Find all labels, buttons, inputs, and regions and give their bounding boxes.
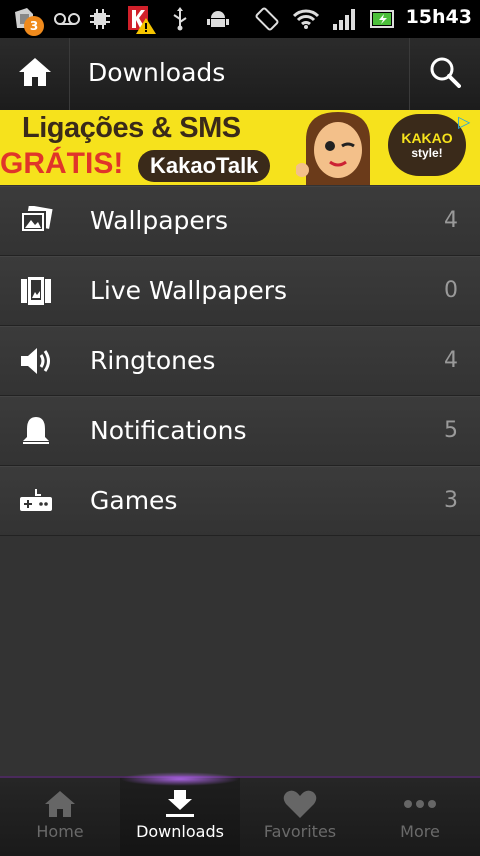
usb-icon: [170, 7, 190, 31]
status-bar: 3 15h43: [0, 0, 480, 38]
list-item-notifications[interactable]: Notifications 5: [0, 396, 480, 466]
list-item-label: Ringtones: [90, 346, 216, 375]
list-item-live-wallpapers[interactable]: Live Wallpapers 0: [0, 256, 480, 326]
gamepad-icon: [18, 483, 54, 519]
home-icon: [40, 788, 80, 820]
ad-headline: Ligações & SMS: [22, 112, 241, 144]
screen-rotation-icon: [254, 7, 280, 31]
ad-subheadline: GRÁTIS!: [0, 147, 124, 180]
clock-time: 15h43: [405, 6, 472, 28]
search-button[interactable]: [409, 38, 480, 110]
ad-info-icon[interactable]: ▷: [458, 112, 476, 131]
notification-badge: 3: [24, 16, 44, 36]
action-bar: Downloads: [0, 38, 480, 111]
list-item-label: Notifications: [90, 416, 247, 445]
nav-tab-more[interactable]: More: [360, 778, 480, 856]
nav-label: Downloads: [136, 822, 224, 841]
wifi-icon: [292, 7, 320, 31]
more-dots-icon: [400, 788, 440, 820]
bottom-navigation: Home Downloads Favorites More: [0, 772, 480, 856]
list-item-games[interactable]: Games 3: [0, 466, 480, 536]
nav-label: Home: [36, 822, 84, 841]
live-wallpaper-icon: [18, 273, 54, 309]
nav-tab-favorites[interactable]: Favorites: [240, 778, 360, 856]
list-item-count: 4: [444, 348, 458, 373]
speaker-icon: [18, 343, 54, 379]
signal-icon: [330, 7, 356, 31]
list-item-label: Wallpapers: [90, 206, 229, 235]
ad-speech-bubble: KAKAO style!: [388, 114, 466, 176]
nav-label: More: [400, 822, 440, 841]
list-item-count: 4: [444, 208, 458, 233]
ad-bubble-subtitle: style!: [411, 146, 443, 160]
cpu-icon: [88, 7, 112, 31]
list-item-count: 0: [444, 278, 458, 303]
nav-tab-downloads[interactable]: Downloads: [120, 778, 240, 856]
active-tab-indicator: [120, 772, 240, 786]
bell-icon: [18, 413, 54, 449]
download-icon: [160, 788, 200, 820]
page-title: Downloads: [88, 58, 226, 87]
heart-icon: [280, 788, 320, 820]
ad-brand-pill: KakaoTalk: [138, 150, 271, 182]
list-item-wallpapers[interactable]: Wallpapers 4: [0, 186, 480, 256]
voicemail-icon: [54, 7, 80, 31]
list-item-count: 5: [444, 418, 458, 443]
ad-bubble-title: KAKAO: [401, 130, 453, 146]
wallpaper-icon: [18, 203, 54, 239]
android-debug-icon: [206, 7, 230, 31]
kaspersky-warning-icon: [126, 4, 158, 34]
ad-character-image: [295, 110, 380, 185]
download-category-list: Wallpapers 4 Live Wallpapers 0 Ringtones…: [0, 186, 480, 536]
list-item-ringtones[interactable]: Ringtones 4: [0, 326, 480, 396]
home-icon: [18, 57, 52, 91]
list-item-count: 3: [444, 488, 458, 513]
nav-label: Favorites: [263, 822, 337, 841]
battery-charging-icon: [370, 7, 396, 31]
list-item-label: Live Wallpapers: [90, 276, 288, 305]
ad-banner[interactable]: Ligações & SMS GRÁTIS! KakaoTalk KAKAO s…: [0, 110, 480, 185]
list-item-label: Games: [90, 486, 178, 515]
nav-tab-home[interactable]: Home: [0, 778, 120, 856]
search-icon: [429, 56, 461, 92]
home-button[interactable]: [0, 38, 70, 110]
